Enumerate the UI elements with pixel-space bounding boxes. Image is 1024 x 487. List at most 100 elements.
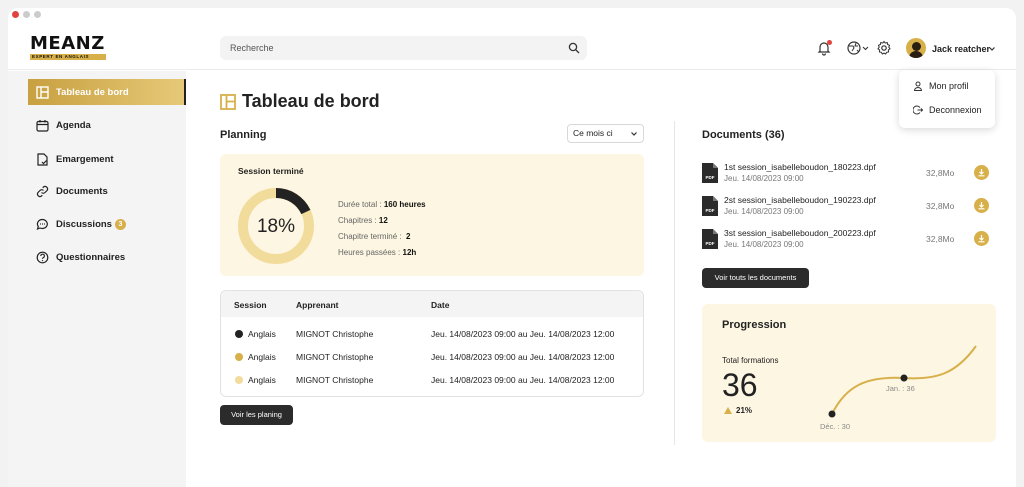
documents-title: Documents (36)	[702, 129, 785, 141]
stat-chapters-done: Chapitre terminé : 2	[338, 232, 411, 241]
session-summary-card: Session terminé 18% Durée total : 160 he…	[220, 154, 644, 276]
progression-trend-chart: Déc. : 30 Jan. : 36	[820, 345, 977, 431]
user-name[interactable]: Jack reatcher	[932, 44, 990, 54]
document-size: 32,8Mo	[926, 168, 955, 178]
link-icon	[36, 185, 49, 197]
view-planning-button[interactable]: Voir les planing	[220, 405, 293, 425]
language-button[interactable]	[846, 40, 870, 56]
pdf-file-icon: PDF	[702, 163, 718, 183]
column-header-date: Date	[431, 300, 450, 310]
search-input[interactable]	[220, 36, 560, 60]
up-triangle-icon	[724, 407, 732, 414]
sidebar-item-label: Discussions	[56, 218, 112, 230]
cell-learner: MIGNOT Christophe	[296, 329, 374, 339]
table-row[interactable]: Anglais MIGNOT Christophe Jeu. 14/08/202…	[221, 347, 643, 367]
sidebar-item-discussions[interactable]: Discussions 3	[28, 211, 186, 237]
column-header-learner: Apprenant	[296, 300, 339, 310]
table-header: Session Apprenant Date	[221, 291, 643, 317]
sidebar-item-dashboard[interactable]: Tableau de bord	[28, 79, 186, 105]
data-point	[828, 410, 836, 418]
progression-card: Progression Total formations 36 21% Déc.…	[702, 304, 996, 442]
view-all-documents-button[interactable]: Voir touts les documents	[702, 268, 809, 288]
document-name[interactable]: 3st session_isabelleboudon_200223.dpf	[724, 228, 876, 238]
sidebar-item-label: Tableau de bord	[56, 86, 129, 98]
table-row[interactable]: Anglais MIGNOT Christophe Jeu. 14/08/202…	[221, 370, 643, 390]
table-row[interactable]: Anglais MIGNOT Christophe Jeu. 14/08/202…	[221, 324, 643, 344]
download-button[interactable]	[974, 165, 989, 180]
cell-session: Anglais	[248, 352, 276, 362]
download-icon	[978, 235, 985, 243]
user-icon	[913, 81, 923, 91]
progression-title: Progression	[722, 319, 787, 331]
session-color-dot	[235, 376, 243, 384]
document-size: 32,8Mo	[926, 234, 955, 244]
page-title: Tableau de bord	[242, 91, 380, 111]
avatar[interactable]	[906, 38, 926, 58]
sidebar-item-questionnaires[interactable]: Questionnaires	[28, 244, 186, 270]
svg-text:PDF: PDF	[706, 241, 715, 246]
brand-logo[interactable]: MEANZ EXPERT EN ANGLAIS	[30, 33, 106, 60]
period-select-value: Ce mois ci	[573, 128, 613, 138]
cell-date: Jeu. 14/08/2023 09:00 au Jeu. 14/08/2023…	[431, 375, 615, 385]
session-progress-donut: 18%	[237, 187, 315, 265]
stat-chapters: Chapitres : 12	[338, 216, 388, 225]
document-name[interactable]: 1st session_isabelleboudon_180223.dpf	[724, 162, 876, 172]
chevron-down-icon[interactable]	[988, 45, 996, 53]
discussions-count-badge: 3	[114, 218, 126, 230]
cell-session: Anglais	[248, 375, 276, 385]
sidebar-item-emargement[interactable]: Emargement	[28, 146, 186, 172]
growth-indicator: 21%	[724, 406, 752, 415]
document-item[interactable]: PDF 1st session_isabelleboudon_180223.dp…	[702, 161, 998, 187]
maximize-window-dot[interactable]	[34, 11, 41, 18]
sidebar-item-label: Documents	[56, 185, 108, 197]
donut-percent-label: 18%	[257, 216, 295, 237]
data-point-label: Jan. : 36	[886, 384, 915, 393]
sidebar-item-label: Agenda	[56, 119, 91, 131]
cell-date: Jeu. 14/08/2023 09:00 au Jeu. 14/08/2023…	[431, 329, 615, 339]
session-color-dot	[235, 330, 243, 338]
close-window-dot[interactable]	[12, 11, 19, 18]
sessions-table: Session Apprenant Date Anglais MIGNOT Ch…	[220, 290, 644, 397]
cell-session: Anglais	[248, 329, 276, 339]
document-date: Jeu. 14/08/2023 09:00	[724, 240, 804, 249]
search-icon[interactable]	[568, 42, 580, 54]
document-date: Jeu. 14/08/2023 09:00	[724, 174, 804, 183]
globe-icon	[847, 41, 869, 55]
minimize-window-dot[interactable]	[23, 11, 30, 18]
menu-item-logout[interactable]: Deconnexion	[913, 103, 982, 117]
pdf-file-icon: PDF	[702, 229, 718, 249]
gear-icon	[877, 40, 891, 55]
sidebar: Tableau de bord Agenda Emargement Docume…	[8, 71, 186, 487]
total-formations-value: 36	[722, 367, 758, 403]
document-name[interactable]: 2st session_isabelleboudon_190223.dpf	[724, 195, 876, 205]
chevron-down-icon	[631, 132, 637, 136]
notifications-button[interactable]	[816, 40, 832, 56]
growth-value: 21%	[736, 406, 753, 415]
window-titlebar	[8, 8, 1016, 22]
session-card-title: Session terminé	[238, 166, 304, 176]
menu-item-label: Deconnexion	[929, 105, 982, 115]
column-header-session: Session	[234, 300, 267, 310]
download-button[interactable]	[974, 198, 989, 213]
svg-text:PDF: PDF	[706, 175, 715, 180]
document-item[interactable]: PDF 2st session_isabelleboudon_190223.dp…	[702, 194, 998, 220]
planning-title: Planning	[220, 129, 267, 141]
document-item[interactable]: PDF 3st session_isabelleboudon_200223.dp…	[702, 227, 998, 253]
dashboard-icon	[36, 85, 49, 99]
svg-text:PDF: PDF	[706, 208, 715, 213]
user-menu: Mon profil Deconnexion	[899, 70, 995, 128]
download-icon	[978, 169, 985, 177]
brand-name: MEANZ	[30, 33, 105, 54]
logout-icon	[913, 105, 923, 115]
menu-item-profile[interactable]: Mon profil	[913, 79, 969, 93]
dashboard-icon	[220, 94, 236, 110]
question-icon	[36, 251, 49, 263]
sidebar-item-documents[interactable]: Documents	[28, 178, 186, 204]
pdf-file-icon: PDF	[702, 196, 718, 216]
download-button[interactable]	[974, 231, 989, 246]
period-select[interactable]: Ce mois ci	[567, 124, 644, 143]
top-header: MEANZ EXPERT EN ANGLAIS Jack reatcher	[8, 22, 1016, 70]
sidebar-item-agenda[interactable]: Agenda	[28, 112, 186, 138]
settings-button[interactable]	[876, 40, 892, 56]
cell-learner: MIGNOT Christophe	[296, 375, 374, 385]
